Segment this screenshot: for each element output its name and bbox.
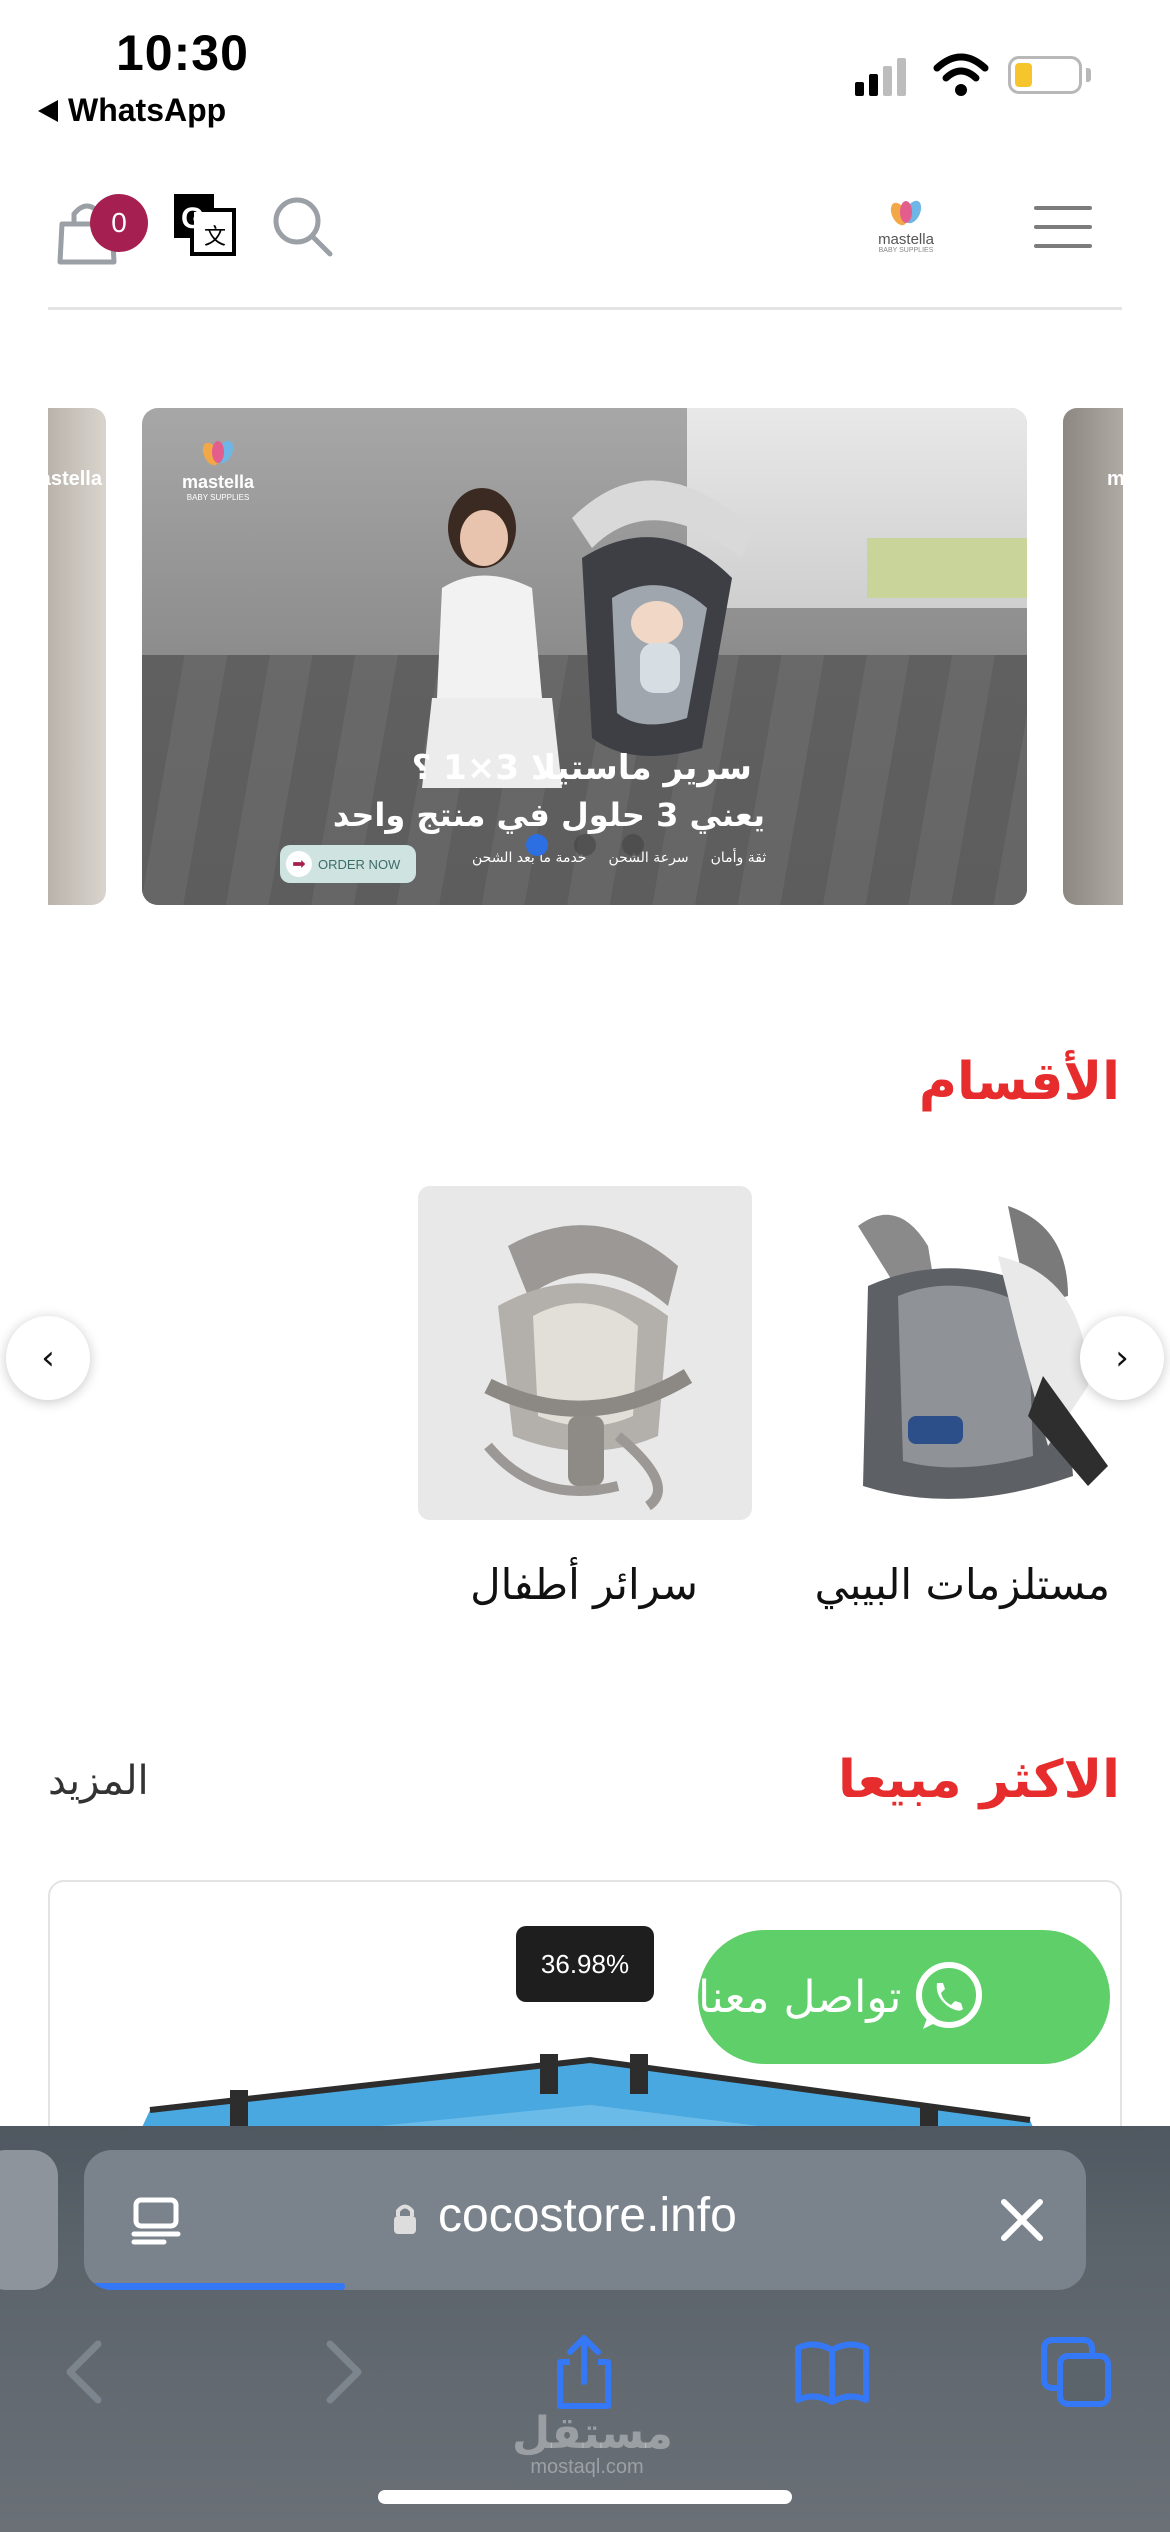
search-icon — [273, 197, 333, 257]
page-load-progress — [84, 2283, 345, 2290]
arrow-right-icon: ➡ — [286, 851, 312, 877]
translate-icon: G 文 — [174, 194, 236, 256]
banner-logo-mark — [202, 440, 234, 466]
feature-trust: ثقة وأمان — [710, 850, 767, 866]
cart-button[interactable]: 0 — [54, 190, 148, 266]
page-menu-icon[interactable] — [130, 2194, 182, 2246]
lock-icon — [394, 2204, 416, 2234]
banner-prev-logo: mastella — [48, 468, 102, 490]
whatsapp-label: تواصل معنا — [698, 1971, 902, 2023]
site-header: 0 G 文 mastella BABY SUPPLIES — [48, 160, 1122, 310]
back-triangle-icon — [38, 99, 58, 122]
wifi-icon — [933, 53, 989, 96]
back-chevron-icon[interactable] — [48, 2332, 128, 2412]
back-to-app-link[interactable]: WhatsApp — [38, 92, 226, 129]
banner-headline-2: يعني 3 حلول في منتج واحد — [332, 796, 765, 834]
categories-prev-button[interactable]: ‹ — [6, 1316, 90, 1400]
baby-swing-image — [484, 1225, 693, 1511]
whatsapp-contact-button[interactable]: تواصل معنا — [698, 1930, 1110, 2064]
banner-logo: mastella BABY SUPPLIES — [182, 438, 254, 502]
address-bar[interactable]: cocostore.info — [84, 2150, 1086, 2290]
svg-text:G: G — [181, 202, 204, 235]
whatsapp-icon — [916, 1962, 983, 2029]
share-icon[interactable] — [544, 2332, 624, 2412]
order-now-button[interactable]: ➡ ORDER NOW — [280, 845, 416, 883]
watermark: مستقل mostaql.com — [512, 2408, 673, 2479]
category-name-baby-beds[interactable]: سرائر أطفال — [470, 1560, 698, 1609]
best-sellers-title: الاكثر مبيعا — [838, 1750, 1120, 1810]
category-card-baby-beds[interactable] — [418, 1186, 752, 1520]
banner-logo-sub: BABY SUPPLIES — [186, 493, 250, 502]
close-icon[interactable] — [996, 2194, 1048, 2246]
banner-logo-text: mastella — [182, 472, 255, 492]
battery-icon — [1008, 56, 1082, 94]
browser-toolbar — [0, 2322, 1170, 2422]
banner-headline-1: سرير ماستيلا 3×1 ؟ — [411, 748, 752, 788]
baby-bouncer-illustration — [572, 480, 752, 756]
chevron-right-icon: › — [1115, 1338, 1129, 1378]
carousel-dot[interactable] — [622, 834, 644, 856]
home-indicator[interactable] — [378, 2490, 792, 2504]
carousel-dot[interactable] — [574, 834, 596, 856]
banner-slide-previous[interactable]: mastella — [48, 408, 106, 905]
cellular-signal-icon — [855, 56, 906, 96]
logo-mark — [890, 200, 922, 226]
more-link[interactable]: المزيد — [48, 1758, 149, 1804]
translate-button[interactable]: G 文 — [172, 192, 238, 258]
chevron-left-icon: ‹ — [41, 1338, 55, 1378]
banner-grass — [867, 538, 1027, 598]
back-app-label: WhatsApp — [68, 92, 227, 128]
battery-level — [1015, 63, 1032, 87]
baby-carrier-image — [858, 1206, 1108, 1499]
categories-title: الأقسام — [918, 1052, 1120, 1112]
categories-next-button[interactable]: › — [1080, 1316, 1164, 1400]
watermark-arabic: مستقل — [512, 2408, 673, 2459]
status-bar: 10:30 WhatsApp — [0, 0, 1170, 140]
category-card-baby-supplies[interactable] — [788, 1186, 1122, 1520]
hamburger-line — [1034, 225, 1092, 229]
banner-slide-current[interactable]: mastella BABY SUPPLIES سرير ماستيلا 3×1 … — [142, 408, 1027, 905]
tabs-icon[interactable] — [1036, 2332, 1116, 2412]
previous-tab-peek[interactable] — [0, 2150, 58, 2290]
banner-next-logo: mastella — [1107, 468, 1123, 490]
order-now-label: ORDER NOW — [318, 856, 401, 872]
search-button[interactable] — [270, 194, 336, 260]
cart-count-badge: 0 — [90, 194, 148, 252]
banner-slide-next[interactable]: mastella — [1063, 408, 1123, 905]
discount-badge: 36.98% — [516, 1926, 654, 2002]
hamburger-line — [1034, 206, 1092, 210]
category-name-baby-supplies[interactable]: مستلزمات البيبي — [815, 1560, 1110, 1609]
forward-chevron-icon[interactable] — [300, 2332, 380, 2412]
hamburger-line — [1034, 244, 1092, 248]
svg-text:文: 文 — [204, 225, 226, 250]
site-logo[interactable]: mastella BABY SUPPLIES — [870, 198, 942, 260]
status-time: 10:30 — [116, 25, 249, 81]
watermark-latin: mostaql.com — [530, 2456, 644, 2478]
logo-subtitle: BABY SUPPLIES — [878, 247, 934, 254]
menu-button[interactable] — [1034, 206, 1092, 248]
carousel-dot[interactable] — [526, 834, 548, 856]
logo-text: mastella — [878, 231, 934, 248]
carousel-dots — [526, 834, 644, 856]
battery-cap — [1086, 68, 1091, 82]
url-text: cocostore.info — [438, 2189, 737, 2242]
bookmarks-icon[interactable] — [792, 2332, 872, 2412]
